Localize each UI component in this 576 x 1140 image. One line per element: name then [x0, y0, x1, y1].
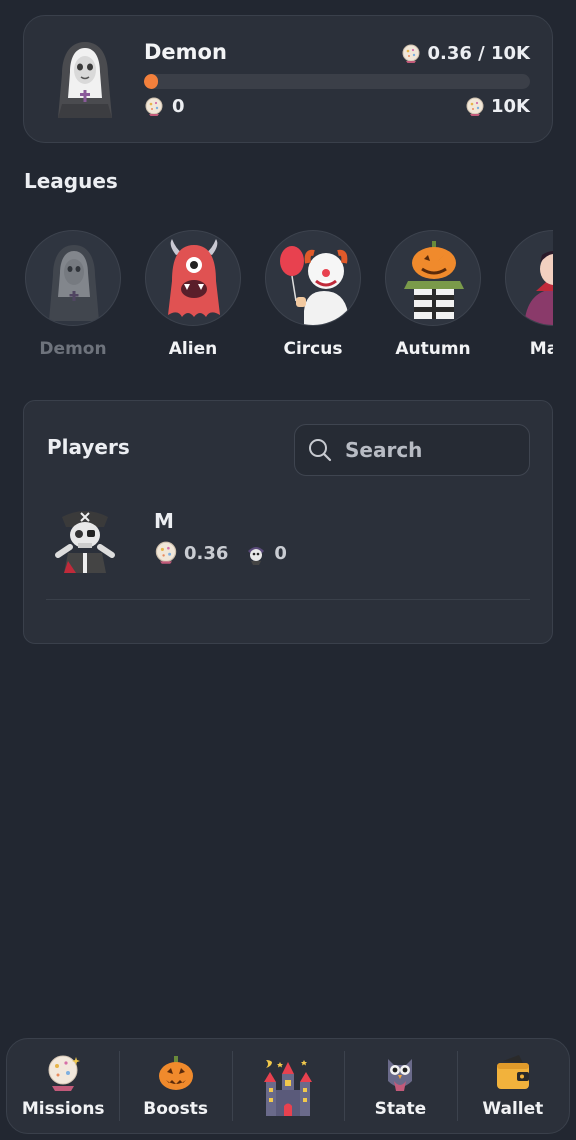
- league-item-demon[interactable]: Demon: [24, 230, 122, 359]
- search-input[interactable]: [343, 437, 517, 463]
- leagues-carousel[interactable]: Demon Alien Circus Autumn Ma: [24, 230, 553, 370]
- players-heading: Players: [47, 435, 130, 459]
- pumpkin-scarecrow-icon: [404, 241, 464, 319]
- league-progress-label: 0.36 / 10K: [401, 43, 530, 64]
- pirate-skeleton-avatar-icon: [55, 511, 115, 573]
- nav-state[interactable]: State: [344, 1039, 456, 1133]
- progress-fill: [144, 74, 158, 89]
- nav-home[interactable]: [231, 1039, 344, 1133]
- player-row[interactable]: M 0.36 0: [46, 499, 530, 600]
- league-item-alien[interactable]: Alien: [144, 230, 242, 359]
- clown-icon: [280, 246, 348, 325]
- max-value-text: 10K: [491, 96, 530, 117]
- nav-missions[interactable]: Missions: [7, 1039, 119, 1133]
- league-progress-bar: [144, 74, 530, 89]
- nav-wallet[interactable]: Wallet: [456, 1039, 569, 1133]
- progress-text: 0.36 / 10K: [427, 43, 530, 64]
- nun-avatar-icon: [58, 42, 112, 118]
- current-league-name: Demon: [144, 40, 227, 64]
- bottom-navigation: Missions Boosts State Wallet: [6, 1038, 570, 1134]
- min-value-text: 0: [172, 96, 185, 117]
- haunted-castle-icon: [264, 1060, 313, 1116]
- alien-monster-icon: [168, 239, 220, 317]
- player-name: M: [154, 509, 174, 533]
- nav-label: State: [374, 1099, 427, 1119]
- league-item-autumn[interactable]: Autumn: [384, 230, 482, 359]
- owl-icon: [388, 1059, 413, 1091]
- ghost-friend-icon: [248, 547, 265, 565]
- coin-icon: [144, 97, 164, 117]
- player-referrals: 0: [274, 542, 287, 564]
- nav-label: Missions: [21, 1099, 105, 1119]
- league-max-value: 10K: [465, 96, 530, 117]
- nav-boosts[interactable]: Boosts: [119, 1039, 231, 1133]
- jack-o-lantern-icon: [158, 1056, 193, 1090]
- vampire-icon: [524, 251, 553, 325]
- player-stats: 0.36 0: [154, 541, 287, 565]
- nun-icon: [49, 245, 99, 321]
- league-label: Demon: [39, 339, 107, 359]
- nav-label: Wallet: [482, 1099, 544, 1119]
- crystal-ball-icon: [48, 1055, 81, 1091]
- coin-icon: [401, 44, 421, 64]
- league-item-magi[interactable]: Magi: [504, 230, 553, 359]
- search-box[interactable]: [294, 424, 530, 476]
- current-league-card: Demon 0.36 / 10K 0 10K: [23, 15, 553, 143]
- league-label: Circus: [283, 339, 343, 359]
- player-coins: 0.36: [184, 542, 229, 564]
- nav-label: Boosts: [143, 1099, 208, 1119]
- leagues-heading: Leagues: [24, 169, 118, 193]
- league-label: Magi: [529, 339, 553, 359]
- league-item-circus[interactable]: Circus: [264, 230, 362, 359]
- wallet-icon: [496, 1055, 529, 1089]
- search-icon: [309, 439, 332, 462]
- coin-icon: [154, 541, 178, 565]
- players-card: Players M 0.36: [23, 400, 553, 644]
- coin-icon: [465, 97, 485, 117]
- league-min-value: 0: [144, 96, 185, 117]
- league-label: Alien: [168, 339, 218, 359]
- league-label: Autumn: [395, 339, 471, 359]
